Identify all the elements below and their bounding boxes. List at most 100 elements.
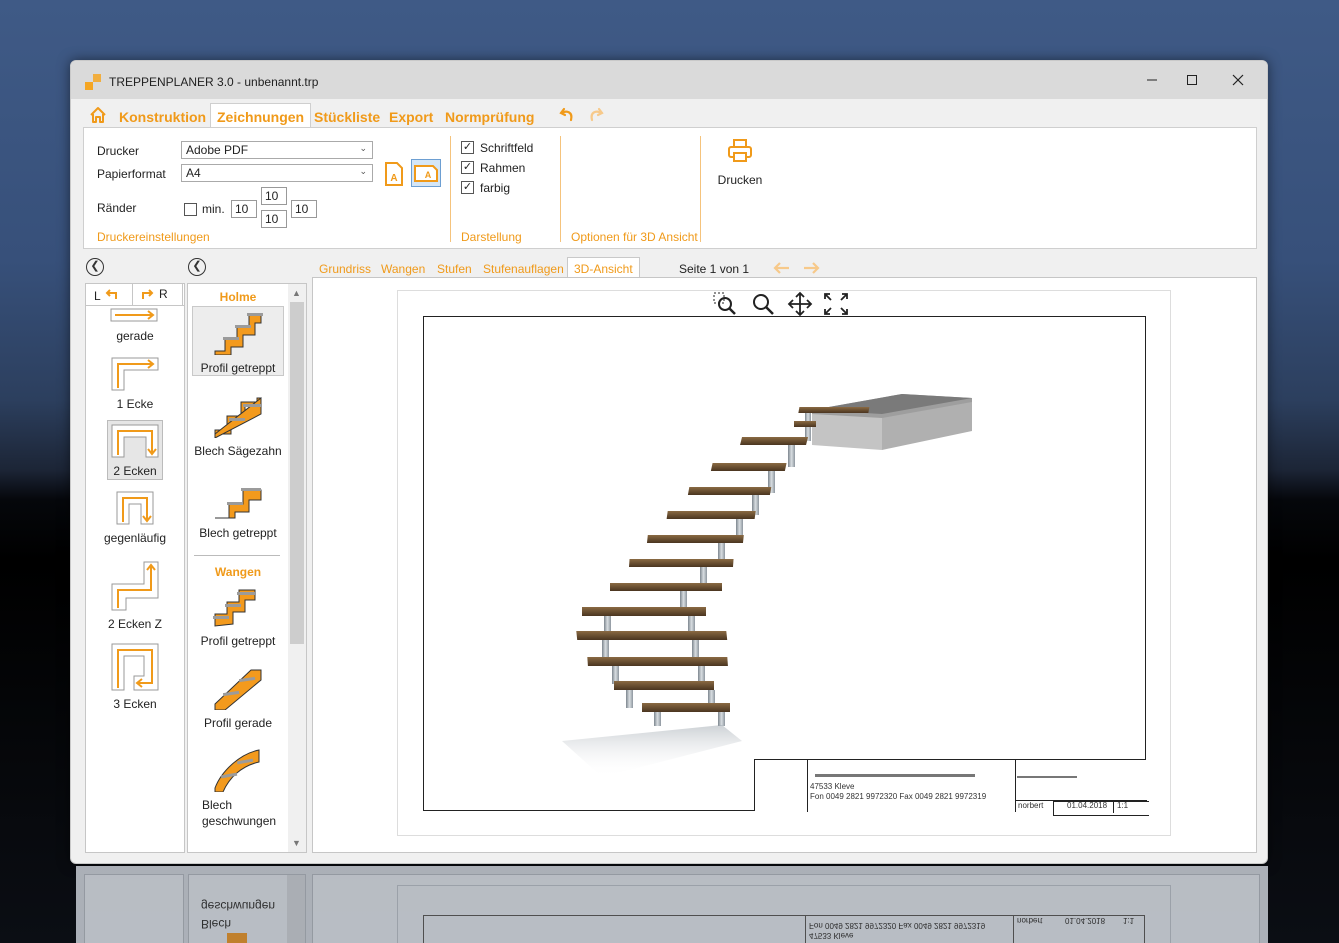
landscape-orientation-button[interactable]: A <box>411 159 441 187</box>
schriftfeld-checkbox[interactable]: ✓ <box>461 141 474 154</box>
shape-label: 2 Ecken <box>113 464 157 478</box>
shape-2-ecken-z[interactable]: 2 Ecken Z <box>86 560 184 631</box>
title-block-author: norbert <box>1018 801 1044 810</box>
svg-text:A: A <box>425 170 432 180</box>
arrow-left-icon[interactable] <box>773 262 791 274</box>
app-logo-icon <box>85 74 103 90</box>
holme-profil-getreppt[interactable]: Profil getreppt <box>192 306 284 376</box>
tab-stufen[interactable]: Stufen <box>437 262 472 276</box>
svg-text:A: A <box>390 173 397 184</box>
zoom-window-icon[interactable] <box>712 291 740 317</box>
margin-right-input[interactable]: 10 <box>291 200 317 218</box>
drawing-frame: 47533 Kleve Fon 0049 2821 9972320 Fax 00… <box>423 316 1149 816</box>
tab-grundriss[interactable]: Grundriss <box>319 262 371 276</box>
title-block-scale: 1:1 <box>1117 801 1129 810</box>
stepped-plate-icon <box>215 488 262 519</box>
title-bar: TREPPENPLANER 3.0 - unbenannt.trp <box>71 61 1267 99</box>
group-separator <box>560 136 561 242</box>
profile-label: Blech geschwungen <box>202 798 277 828</box>
one-corner-stair-icon <box>111 357 159 391</box>
margin-left-input[interactable]: 10 <box>231 200 257 218</box>
menu-konstruktion[interactable]: Konstruktion <box>119 109 206 125</box>
tab-stufenauflagen[interactable]: Stufenauflagen <box>483 262 564 276</box>
profiles-scrollbar[interactable]: ▲ ▼ <box>288 284 306 852</box>
title-block: 47533 Kleve Fon 0049 2821 9972320 Fax 00… <box>754 759 1149 816</box>
farbig-checkbox[interactable]: ✓ <box>461 181 474 194</box>
shape-label: gegenläufig <box>103 531 167 545</box>
turn-left-icon <box>105 289 117 299</box>
stepped-profile-icon <box>214 313 263 356</box>
collapse-profiles-button[interactable]: ❮ <box>188 258 206 276</box>
tab-left-label: L <box>94 289 101 303</box>
drawing-area: 47533 Kleve Fon 0049 2821 9972320 Fax 00… <box>312 277 1257 853</box>
holme-blech-getreppt[interactable]: Blech getreppt <box>192 476 284 541</box>
scrollbar-thumb[interactable] <box>290 302 304 644</box>
undo-icon[interactable] <box>559 106 575 122</box>
margin-bottom-input[interactable]: 10 <box>261 210 287 228</box>
menu-zeichnungen[interactable]: Zeichnungen <box>210 103 312 128</box>
wangen-blech-geschwungen[interactable]: Blech geschwungen <box>192 748 284 829</box>
close-icon <box>1232 74 1244 86</box>
close-button[interactable] <box>1215 61 1261 99</box>
menu-stueckliste[interactable]: Stückliste <box>314 109 380 125</box>
rahmen-checkbox[interactable]: ✓ <box>461 161 474 174</box>
maximize-button[interactable] <box>1169 61 1215 99</box>
reflection-text: geschwungen <box>201 899 276 913</box>
title-block-address: 47533 Kleve <box>810 782 855 791</box>
tab-3d-ansicht[interactable]: 3D-Ansicht <box>567 257 640 279</box>
profiles-panel: Holme Profil getreppt Blech Sägezahn Ble… <box>187 283 307 853</box>
maximize-icon <box>1187 75 1197 85</box>
margin-top-input[interactable]: 10 <box>261 187 287 205</box>
menu-export[interactable]: Export <box>389 109 433 125</box>
arrow-right-icon[interactable] <box>802 262 820 274</box>
menu-normpruefung[interactable]: Normprüfung <box>445 109 534 125</box>
wangen-profil-getreppt[interactable]: Profil getreppt <box>192 584 284 649</box>
shape-label: 3 Ecken <box>113 697 157 711</box>
profile-label: Blech Sägezahn <box>194 444 282 458</box>
shape-gerade[interactable]: gerade <box>86 308 184 343</box>
tab-right-turn[interactable]: R <box>132 283 183 305</box>
shape-1-ecke[interactable]: 1 Ecke <box>86 356 184 411</box>
window-reflection: geschwungen Blech Fon 0049 2821 9972320 … <box>76 866 1268 943</box>
wangen-heading: Wangen <box>214 565 262 579</box>
title-block-date: 01.04.2018 <box>1067 801 1108 810</box>
straight-stringer-icon <box>214 669 262 711</box>
holme-blech-saegezahn[interactable]: Blech Sägezahn <box>192 394 284 459</box>
app-window: TREPPENPLANER 3.0 - unbenannt.trp Konstr… <box>70 60 1268 864</box>
profile-label: Profil getreppt <box>200 361 276 375</box>
fit-to-screen-icon[interactable] <box>822 291 850 317</box>
collapse-left-button[interactable]: ❮ <box>86 258 104 276</box>
wangen-profil-gerade[interactable]: Profil gerade <box>192 666 284 731</box>
drucker-select[interactable]: Adobe PDF ⌄ <box>181 141 373 159</box>
curved-stringer-icon <box>214 749 260 793</box>
shape-2-ecken[interactable]: 2 Ecken <box>86 420 184 480</box>
home-icon[interactable] <box>89 106 107 124</box>
min-label: min. <box>202 202 225 216</box>
redo-icon[interactable] <box>588 106 604 122</box>
tab-right-label: R <box>159 287 168 301</box>
stair-3d-view <box>562 394 972 777</box>
window-title: TREPPENPLANER 3.0 - unbenannt.trp <box>109 75 319 89</box>
shape-3-ecken[interactable]: 3 Ecken <box>86 642 184 711</box>
darstellung-title: Darstellung <box>461 230 522 244</box>
floor-reflection <box>562 725 742 777</box>
shape-label: 2 Ecken Z <box>107 617 163 631</box>
shape-gegenlaeufig[interactable]: gegenläufig <box>86 490 184 545</box>
z-stair-icon <box>111 561 159 611</box>
paper-sheet: 47533 Kleve Fon 0049 2821 9972320 Fax 00… <box>397 290 1171 836</box>
tab-wangen[interactable]: Wangen <box>381 262 425 276</box>
min-checkbox[interactable] <box>184 203 197 216</box>
reflection-text: Blech <box>201 917 232 931</box>
tab-left-turn[interactable]: L <box>94 288 118 303</box>
zoom-icon[interactable] <box>750 291 778 317</box>
drucken-button[interactable]: Drucken <box>712 138 768 187</box>
papierformat-select[interactable]: A4 ⌄ <box>181 164 373 182</box>
optionen-3d-title: Optionen für 3D Ansicht <box>571 230 698 244</box>
chevron-up-icon[interactable]: ▲ <box>292 288 301 298</box>
pan-icon[interactable] <box>786 291 814 317</box>
papierformat-value: A4 <box>186 166 201 180</box>
chevron-down-icon[interactable]: ▼ <box>292 838 301 848</box>
druckereinstellungen-title: Druckereinstellungen <box>97 230 210 244</box>
shape-label: gerade <box>116 329 154 343</box>
portrait-orientation-button[interactable]: A <box>384 161 404 187</box>
